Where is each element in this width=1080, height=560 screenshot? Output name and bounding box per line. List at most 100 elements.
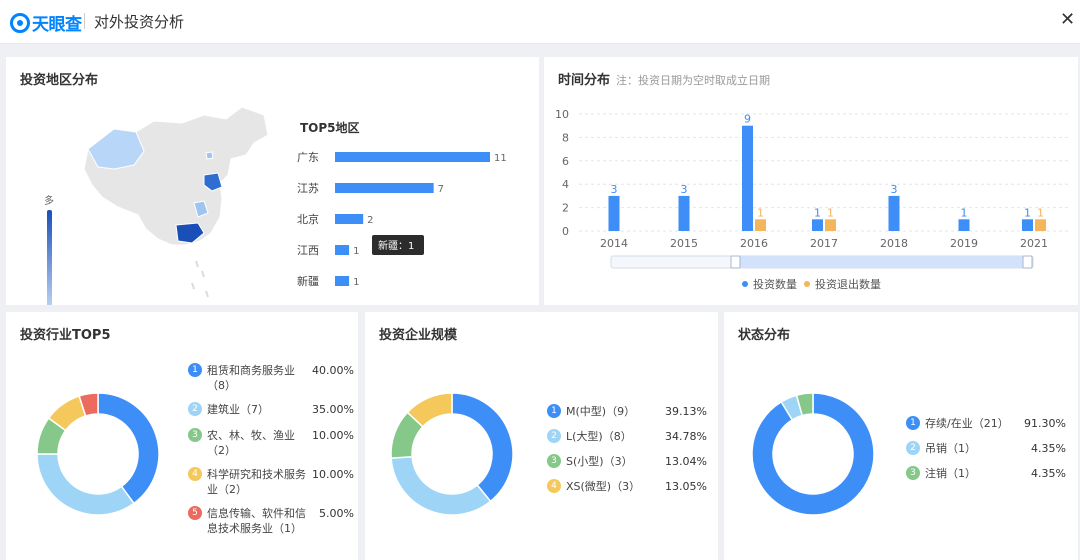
top5-title: TOP5地区 bbox=[300, 120, 360, 135]
legend-index-badge: 4 bbox=[547, 479, 561, 493]
x-tick-label: 2018 bbox=[880, 237, 908, 250]
top5-bar[interactable] bbox=[335, 214, 364, 224]
invest-bar-value: 1 bbox=[814, 206, 821, 219]
legend-percent: 5.00% bbox=[319, 507, 354, 520]
legend-label: 建筑业（7） bbox=[207, 403, 269, 416]
legend-label: 租赁和商务服务业 （8） bbox=[207, 364, 295, 392]
top5-bar[interactable] bbox=[335, 245, 350, 255]
region-svg: 多 少 TOP5地区 广东11江苏7北京2江西1新疆1 新疆：1 bbox=[44, 106, 507, 305]
top5-value-label: 1 bbox=[353, 277, 359, 288]
legend-label-exit: 投资退出数量 bbox=[815, 277, 881, 291]
legend-item[interactable]: 4 XS(微型)（3） 13.05% bbox=[547, 479, 713, 494]
legend-percent: 91.30% bbox=[1024, 417, 1066, 430]
legend-index-badge: 2 bbox=[547, 429, 561, 443]
donut-segment[interactable] bbox=[390, 455, 492, 516]
top5-bar[interactable] bbox=[335, 276, 350, 286]
top5-category-label: 新疆 bbox=[297, 274, 319, 288]
legend-index-badge: 3 bbox=[906, 466, 920, 480]
top5-value-label: 1 bbox=[353, 246, 359, 257]
status-donut bbox=[751, 392, 875, 516]
legend-percent: 40.00% bbox=[312, 364, 354, 377]
top5-category-label: 江苏 bbox=[297, 182, 319, 195]
legend-item[interactable]: 1 存续/在业（21） 91.30% bbox=[906, 416, 1072, 431]
legend-item[interactable]: 3 S(小型)（3） 13.04% bbox=[547, 454, 713, 469]
top5-value-label: 2 bbox=[367, 215, 373, 226]
header-divider bbox=[84, 13, 85, 29]
invest-bar-value: 3 bbox=[891, 183, 898, 196]
china-map[interactable] bbox=[83, 106, 269, 298]
legend-label: XS(微型)（3） bbox=[566, 480, 641, 493]
exit-bar[interactable] bbox=[1035, 219, 1046, 231]
invest-bar[interactable] bbox=[958, 219, 970, 231]
legend-item[interactable]: 3 农、林、牧、渔业 （2） 10.00% bbox=[188, 428, 354, 458]
y-tick-label: 8 bbox=[562, 131, 569, 144]
top5-bar[interactable] bbox=[335, 183, 434, 193]
x-tick-label: 2021 bbox=[1020, 237, 1048, 250]
y-tick-label: 0 bbox=[562, 225, 569, 238]
scale-donut bbox=[390, 392, 514, 516]
zoom-handle-right[interactable] bbox=[1022, 255, 1033, 269]
legend-index-badge: 5 bbox=[188, 506, 202, 520]
tianyancha-logo: 天眼查 bbox=[10, 10, 82, 35]
visual-map-bar[interactable] bbox=[47, 210, 52, 305]
invest-bar[interactable] bbox=[812, 219, 823, 231]
map-china-outline[interactable] bbox=[83, 106, 269, 246]
top5-category-label: 北京 bbox=[297, 212, 319, 226]
legend-item[interactable]: 3 注销（1） 4.35% bbox=[906, 466, 1072, 481]
invest-bar[interactable] bbox=[608, 195, 620, 231]
zoom-slider-selection[interactable] bbox=[735, 256, 1028, 268]
invest-bar[interactable] bbox=[678, 195, 690, 231]
close-icon[interactable]: ✕ bbox=[1060, 10, 1075, 30]
legend-item[interactable]: 1 M(中型)（9） 39.13% bbox=[547, 404, 713, 419]
invest-bar-value: 9 bbox=[744, 113, 751, 126]
legend-label: 科学研究和技术服务 业（2） bbox=[207, 468, 306, 496]
top5-category-label: 广东 bbox=[297, 151, 319, 164]
exit-bar-value: 1 bbox=[1037, 206, 1044, 219]
exit-bar[interactable] bbox=[755, 219, 766, 231]
legend-index-badge: 3 bbox=[547, 454, 561, 468]
legend-item[interactable]: 1 租赁和商务服务业 （8） 40.00% bbox=[188, 363, 354, 393]
top5-category-label: 江西 bbox=[297, 244, 319, 257]
legend-percent: 39.13% bbox=[665, 405, 707, 418]
x-tick-label: 2016 bbox=[740, 237, 768, 250]
legend-label: 吊销（1） bbox=[925, 442, 976, 455]
invest-bar-value: 1 bbox=[1024, 206, 1031, 219]
legend-percent: 4.35% bbox=[1031, 467, 1066, 480]
industry-donut bbox=[36, 392, 160, 516]
legend-index-badge: 3 bbox=[188, 428, 202, 442]
eye-logo-icon bbox=[10, 12, 30, 33]
y-tick-label: 10 bbox=[555, 108, 569, 121]
legend-label: 注销（1） bbox=[925, 467, 976, 480]
y-tick-label: 6 bbox=[562, 155, 569, 168]
status-panel: 状态分布 1 存续/在业（21） 91.30% 2 吊销（1） 4.35% 3 注销（1） 4.… bbox=[724, 312, 1078, 560]
legend-item[interactable]: 2 吊销（1） 4.35% bbox=[906, 441, 1072, 456]
time-panel: 时间分布 注：投资日期为空时取成立日期 0 2 4 6 8 10 2014 2015 2016 20… bbox=[544, 57, 1078, 305]
donut-segment[interactable] bbox=[97, 392, 160, 505]
invest-bar[interactable] bbox=[742, 125, 753, 231]
legend-item[interactable]: 5 信息传输、软件和信 息技术服务业（1） 5.00% bbox=[188, 506, 354, 536]
map-beijing[interactable] bbox=[205, 151, 214, 160]
map-xinjiang[interactable] bbox=[87, 128, 145, 170]
scale-panel: 投资企业规模 1 M(中型)（9） 39.13% 2 L(大型)（8） 34.78% 3 S(… bbox=[365, 312, 718, 560]
legend-item[interactable]: 2 建筑业（7） 35.00% bbox=[188, 402, 354, 417]
exit-bar[interactable] bbox=[825, 219, 836, 231]
invest-bar[interactable] bbox=[1022, 219, 1033, 231]
donut-segment[interactable] bbox=[36, 453, 135, 516]
top5-value-label: 11 bbox=[494, 153, 507, 164]
x-tick-label: 2019 bbox=[950, 237, 978, 250]
scale-title: 投资企业规模 bbox=[379, 328, 458, 343]
top5-bar[interactable] bbox=[335, 152, 490, 162]
legend-item[interactable]: 2 L(大型)（8） 34.78% bbox=[547, 429, 713, 444]
invest-bar[interactable] bbox=[888, 195, 900, 231]
header-bar: 天眼查 对外投资分析 ✕ bbox=[0, 0, 1080, 44]
legend-index-badge: 1 bbox=[906, 416, 920, 430]
legend-index-badge: 2 bbox=[906, 441, 920, 455]
zoom-handle-left[interactable] bbox=[730, 255, 741, 269]
donut-segment[interactable] bbox=[451, 392, 514, 503]
x-tick-label: 2014 bbox=[600, 237, 628, 250]
legend-swatch-exit bbox=[804, 281, 810, 287]
legend-item[interactable]: 4 科学研究和技术服务 业（2） 10.00% bbox=[188, 467, 354, 497]
legend-percent: 35.00% bbox=[312, 403, 354, 416]
logo-text: 天眼查 bbox=[32, 15, 82, 35]
y-tick-label: 4 bbox=[562, 178, 569, 191]
